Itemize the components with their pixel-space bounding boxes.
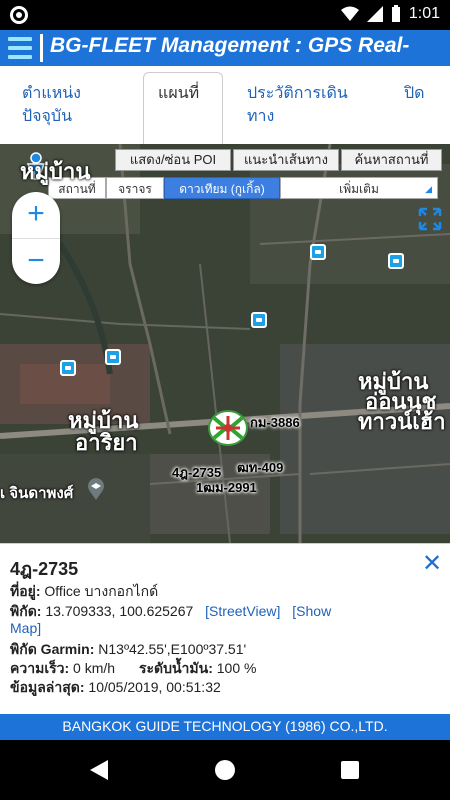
vehicle-label[interactable]: ฒท-409 xyxy=(237,457,283,478)
map-label-village: หมู่บ้าน xyxy=(20,159,91,184)
speed-label: ความเร็ว: xyxy=(10,660,70,676)
zoom-control: + − xyxy=(12,192,60,284)
tab-label: ประวัติการเดิน xyxy=(247,85,348,102)
updated-value: 10/05/2019, 00:51:32 xyxy=(84,679,221,695)
fuel-value: 100 % xyxy=(212,660,257,676)
tab-label: ตำแหน่ง xyxy=(22,85,81,102)
fuel-label: ระดับน้ำมัน: xyxy=(138,660,213,676)
search-place-button[interactable]: ค้นหาสถานที่ xyxy=(341,149,442,171)
title-divider xyxy=(40,34,43,62)
fullscreen-icon[interactable] xyxy=(418,207,442,231)
info-show-map-cont: Map] xyxy=(10,620,41,636)
zoom-in-button[interactable]: + xyxy=(12,192,60,238)
app-bar: BG-FLEET Management : GPS Real- xyxy=(0,30,450,66)
toggle-poi-button[interactable]: แสดง/ซ่อน POI xyxy=(115,149,231,171)
zoom-out-button[interactable]: − xyxy=(12,238,60,284)
garmin-label: พิกัด Garmin: xyxy=(10,641,95,657)
hamburger-icon[interactable] xyxy=(8,37,32,59)
tab-label: ปัจจุบัน xyxy=(22,108,72,125)
back-icon[interactable] xyxy=(88,758,110,782)
android-nav-bar xyxy=(0,740,450,800)
company-footer: BANGKOK GUIDE TECHNOLOGY (1986) CO.,LTD. xyxy=(0,714,450,740)
vehicle-plate-title: 4ฎ-2735 xyxy=(10,559,79,579)
show-map-link-cont[interactable]: Map] xyxy=(10,620,41,636)
info-address: ที่อยู่: Office บางกอกไกด์ xyxy=(10,581,158,603)
garmin-value: N13º42.55',E100º37.51' xyxy=(94,641,247,657)
tab-label: ปิด xyxy=(404,85,425,102)
streetview-link[interactable]: [StreetView] xyxy=(205,603,280,619)
maptype-satellite[interactable]: ดาวเทียม (กูเกิ้ล) xyxy=(164,177,280,199)
address-label: ที่อยู่: xyxy=(10,583,41,599)
close-icon[interactable]: ✕ xyxy=(422,552,442,576)
poi-marker-icon[interactable] xyxy=(310,244,326,260)
speed-value: 0 km/h xyxy=(69,660,116,676)
wifi-icon xyxy=(340,6,359,21)
poi-marker-icon[interactable] xyxy=(60,360,76,376)
battery-icon xyxy=(391,5,400,22)
map-label-village-onnut-3: ทาวน์เฮ้า xyxy=(358,409,446,434)
tab-label: แผนที่ xyxy=(158,85,200,102)
tab-map[interactable]: แผนที่ xyxy=(158,82,199,105)
address-value: Office บางกอกไกด์ xyxy=(40,583,159,599)
maptype-more-label: เพิ่มเติม xyxy=(339,182,379,196)
app-title: BG-FLEET Management : GPS Real- xyxy=(50,34,410,57)
coord-value: 13.709333, 100.625267 xyxy=(41,603,194,619)
updated-label: ข้อมูลล่าสุด: xyxy=(10,679,85,695)
signal-icon xyxy=(366,6,383,22)
status-time: 1:01 xyxy=(408,5,440,22)
tab-label: ทาง xyxy=(247,108,275,125)
tab-bar: ตำแหน่ง ปัจจุบัน แผนที่ ประวัติการเดิน ท… xyxy=(0,66,450,144)
map-label-school: เ จินดาพงศ์ xyxy=(0,485,74,502)
tab-current-location[interactable]: ตำแหน่ง ปัจจุบัน xyxy=(22,82,81,128)
dropdown-arrow-icon: ◢ xyxy=(425,184,432,194)
poi-marker-icon[interactable] xyxy=(105,349,121,365)
school-marker-icon[interactable] xyxy=(86,477,106,501)
vehicle-marker-icon[interactable] xyxy=(206,408,250,448)
home-icon[interactable] xyxy=(214,759,236,781)
coord-label: พิกัด: xyxy=(10,603,42,619)
vehicle-info-panel: 4ฎ-2735 ✕ ที่อยู่: Office บางกอกไกด์ พิก… xyxy=(0,543,450,714)
notification-icon xyxy=(10,6,28,24)
tab-close[interactable]: ปิด xyxy=(404,82,425,105)
maptype-traffic[interactable]: จราจร xyxy=(106,177,164,199)
info-updated: ข้อมูลล่าสุด: 10/05/2019, 00:51:32 xyxy=(10,677,221,699)
poi-marker-icon[interactable] xyxy=(251,312,267,328)
map-label-village-ariya-2: อาริยา xyxy=(75,430,138,455)
vehicle-label[interactable]: 1ฒม-2991 xyxy=(196,477,257,498)
status-bar: 1:01 xyxy=(0,0,450,30)
maptype-more-dropdown[interactable]: เพิ่มเติม ◢ xyxy=(280,177,438,199)
tab-travel-history[interactable]: ประวัติการเดิน ทาง xyxy=(247,82,348,128)
info-coordinates: พิกัด: 13.709333, 100.625267 [StreetView… xyxy=(10,601,331,623)
route-guide-button[interactable]: แนะนำเส้นทาง xyxy=(233,149,339,171)
map-view[interactable]: แสดง/ซ่อน POI แนะนำเส้นทาง ค้นหาสถานที่ … xyxy=(0,144,450,543)
show-map-link[interactable]: [Show xyxy=(292,603,331,619)
vehicle-label[interactable]: กม-3886 xyxy=(250,412,300,433)
recents-icon[interactable] xyxy=(340,760,360,780)
poi-marker-icon[interactable] xyxy=(388,253,404,269)
